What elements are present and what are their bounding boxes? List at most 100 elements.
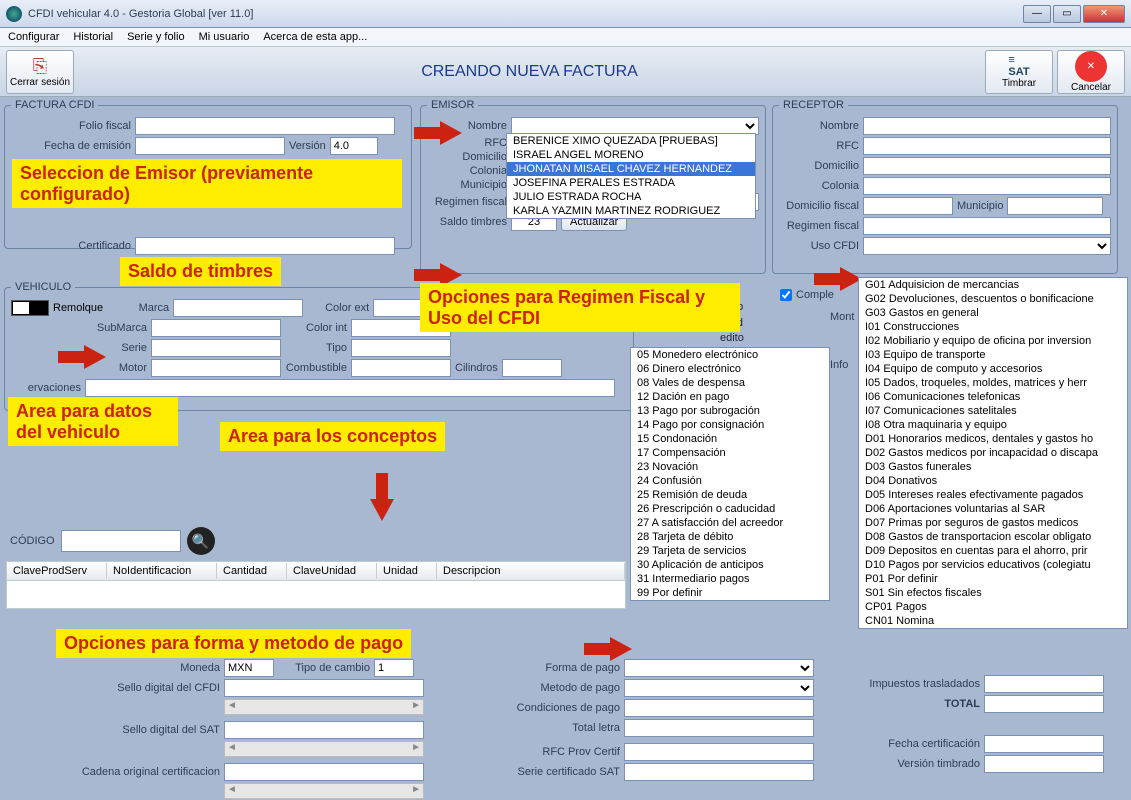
forma-pago-option[interactable]: 08 Vales de despensa [631, 376, 829, 390]
emisor-option[interactable]: KARLA YAZMIN MARTINEZ RODRIGUEZ [507, 204, 755, 218]
uso-cfdi-option[interactable]: D10 Pagos por servicios educativos (cole… [859, 558, 1127, 572]
forma-pago-option[interactable]: 15 Condonación [631, 432, 829, 446]
input-moneda[interactable] [224, 659, 274, 677]
forma-pago-option[interactable]: 24 Confusión [631, 474, 829, 488]
uso-cfdi-option[interactable]: I01 Construcciones [859, 320, 1127, 334]
input-sello-cfdi[interactable] [224, 679, 424, 697]
input-rfc-prov[interactable] [624, 743, 814, 761]
emisor-option[interactable]: JHONATAN MISAEL CHAVEZ HERNANDEZ [507, 162, 755, 176]
uso-cfdi-option[interactable]: CN01 Nomina [859, 614, 1127, 628]
input-sello-sat[interactable] [224, 721, 424, 739]
input-version[interactable] [330, 137, 378, 155]
input-ver-timb[interactable] [984, 755, 1104, 773]
uso-cfdi-option[interactable]: D09 Depositos en cuentas para el ahorro,… [859, 544, 1127, 558]
uso-cfdi-option[interactable]: G03 Gastos en general [859, 306, 1127, 320]
uso-cfdi-option[interactable]: D05 Intereses reales efectivamente pagad… [859, 488, 1127, 502]
minimize-button[interactable]: — [1023, 5, 1051, 23]
menu-historial[interactable]: Historial [73, 31, 113, 43]
input-rec-municipio[interactable] [1007, 197, 1103, 215]
forma-pago-option[interactable]: 27 A satisfacción del acreedor [631, 516, 829, 530]
chk-comple[interactable] [780, 289, 792, 301]
col-noident[interactable]: NoIdentificacion [107, 563, 217, 579]
input-certificado[interactable] [135, 237, 395, 255]
forma-pago-option[interactable]: 06 Dinero electrónico [631, 362, 829, 376]
input-serie[interactable] [151, 339, 281, 357]
col-claveunidad[interactable]: ClaveUnidad [287, 563, 377, 579]
uso-cfdi-option[interactable]: G01 Adquisicion de mercancias [859, 278, 1127, 292]
forma-pago-option[interactable]: 29 Tarjeta de servicios [631, 544, 829, 558]
menu-configurar[interactable]: Configurar [8, 31, 59, 43]
input-serie-sat[interactable] [624, 763, 814, 781]
scroll-cadena[interactable] [224, 783, 424, 799]
select-forma-pago[interactable] [624, 659, 814, 677]
uso-cfdi-option[interactable]: S01 Sin efectos fiscales [859, 586, 1127, 600]
uso-cfdi-option[interactable]: I08 Otra maquinaria y equipo [859, 418, 1127, 432]
select-rec-uso[interactable] [863, 237, 1111, 255]
uso-cfdi-option[interactable]: CP01 Pagos [859, 600, 1127, 614]
forma-pago-option[interactable]: 26 Prescripción o caducidad [631, 502, 829, 516]
uso-cfdi-option[interactable]: I06 Comunicaciones telefonicas [859, 390, 1127, 404]
uso-cfdi-option[interactable]: I04 Equipo de computo y accesorios [859, 362, 1127, 376]
input-rec-domfiscal[interactable] [863, 197, 953, 215]
input-tipo[interactable] [351, 339, 451, 357]
uso-cfdi-option[interactable]: D07 Primas por seguros de gastos medicos [859, 516, 1127, 530]
emisor-option[interactable]: JOSEFINA PERALES ESTRADA [507, 176, 755, 190]
toggle-remolque[interactable] [11, 300, 49, 316]
logout-button[interactable]: ⎘ Cerrar sesión [6, 50, 74, 94]
menu-mi-usuario[interactable]: Mi usuario [199, 31, 250, 43]
forma-pago-option[interactable]: 12 Dación en pago [631, 390, 829, 404]
input-submarca[interactable] [151, 319, 281, 337]
emisor-option[interactable]: BERENICE XIMO QUEZADA [PRUEBAS] [507, 134, 755, 148]
emisor-option[interactable]: JULIO ESTRADA ROCHA [507, 190, 755, 204]
dropdown-forma-pago[interactable]: 05 Monedero electrónico06 Dinero electró… [630, 347, 830, 601]
input-cadena[interactable] [224, 763, 424, 781]
uso-cfdi-option[interactable]: D04 Donativos [859, 474, 1127, 488]
emisor-option[interactable]: ISRAEL ANGEL MORENO [507, 148, 755, 162]
uso-cfdi-option[interactable]: D06 Aportaciones voluntarias al SAR [859, 502, 1127, 516]
input-imp-tras[interactable] [984, 675, 1104, 693]
uso-cfdi-option[interactable]: D02 Gastos medicos por incapacidad o dis… [859, 446, 1127, 460]
forma-pago-option[interactable]: 30 Aplicación de anticipos [631, 558, 829, 572]
input-rec-nombre[interactable] [863, 117, 1111, 135]
cancelar-button[interactable]: ✕ Cancelar [1057, 50, 1125, 94]
input-rec-rfc[interactable] [863, 137, 1111, 155]
forma-pago-option[interactable]: 99 Por definir [631, 586, 829, 600]
uso-cfdi-option[interactable]: P01 Por definir [859, 572, 1127, 586]
maximize-button[interactable]: ▭ [1053, 5, 1081, 23]
forma-pago-option[interactable]: 23 Novación [631, 460, 829, 474]
input-obs[interactable] [85, 379, 615, 397]
dropdown-emisor[interactable]: BERENICE XIMO QUEZADA [PRUEBAS]ISRAEL AN… [506, 133, 756, 219]
forma-pago-option[interactable]: 25 Remisión de deuda [631, 488, 829, 502]
forma-pago-option[interactable]: 31 Intermediario pagos [631, 572, 829, 586]
forma-pago-option[interactable]: 13 Pago por subrogación [631, 404, 829, 418]
input-tc[interactable] [374, 659, 414, 677]
uso-cfdi-option[interactable]: I02 Mobiliario y equipo de oficina por i… [859, 334, 1127, 348]
uso-cfdi-option[interactable]: I07 Comunicaciones satelitales [859, 404, 1127, 418]
uso-cfdi-option[interactable]: I05 Dados, troqueles, moldes, matrices y… [859, 376, 1127, 390]
dropdown-uso-cfdi[interactable]: G01 Adquisicion de mercanciasG02 Devoluc… [858, 277, 1128, 629]
input-cilindros[interactable] [502, 359, 562, 377]
scroll-sello-sat[interactable] [224, 741, 424, 757]
uso-cfdi-option[interactable]: D08 Gastos de transportacion escolar obl… [859, 530, 1127, 544]
col-claveprodserv[interactable]: ClaveProdServ [7, 563, 107, 579]
select-metodo-pago[interactable] [624, 679, 814, 697]
forma-pago-option[interactable]: 17 Compensación [631, 446, 829, 460]
uso-cfdi-option[interactable]: D01 Honorarios medicos, dentales y gasto… [859, 432, 1127, 446]
input-fecha-cert[interactable] [984, 735, 1104, 753]
input-rec-regimen[interactable] [863, 217, 1111, 235]
input-rec-colonia[interactable] [863, 177, 1111, 195]
scroll-sello-cfdi[interactable] [224, 699, 424, 715]
close-button[interactable]: ✕ [1083, 5, 1125, 23]
uso-cfdi-option[interactable]: G02 Devoluciones, descuentos o bonificac… [859, 292, 1127, 306]
input-cond-pago[interactable] [624, 699, 814, 717]
input-motor[interactable] [151, 359, 281, 377]
menu-serie-folio[interactable]: Serie y folio [127, 31, 184, 43]
col-cantidad[interactable]: Cantidad [217, 563, 287, 579]
uso-cfdi-option[interactable]: D03 Gastos funerales [859, 460, 1127, 474]
input-total[interactable] [984, 695, 1104, 713]
timbrar-button[interactable]: ≡SAT Timbrar [985, 50, 1053, 94]
input-fecha[interactable] [135, 137, 285, 155]
forma-pago-option[interactable]: 28 Tarjeta de débito [631, 530, 829, 544]
conceptos-table-body[interactable] [6, 581, 626, 609]
search-button[interactable]: 🔍 [187, 527, 215, 555]
